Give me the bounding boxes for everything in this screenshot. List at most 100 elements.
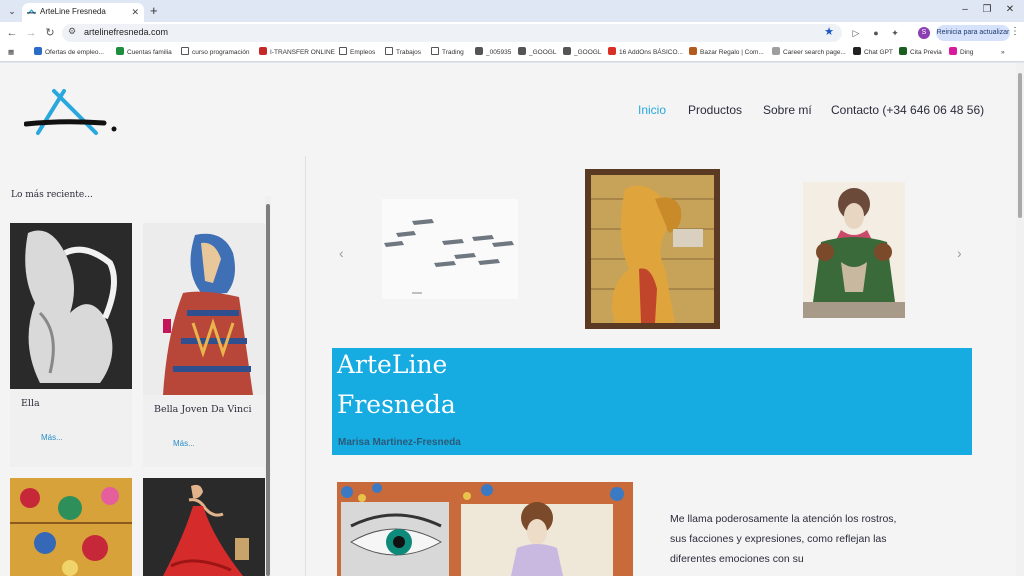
apps-grid-icon[interactable]: ▦: [8, 47, 14, 59]
bookmark-favicon-icon: [689, 47, 697, 55]
artwork-flamenco-image[interactable]: [143, 478, 265, 576]
folder-icon: [385, 47, 393, 55]
column-divider: [305, 156, 306, 576]
artwork-profile-woman-image[interactable]: [585, 169, 720, 329]
bookmark-item[interactable]: Career search page...: [772, 47, 846, 59]
site-favicon-icon: [27, 9, 36, 15]
bookmark-label: Empleos: [350, 49, 376, 56]
bookmark-label: Ofertas de empleo...: [45, 49, 104, 56]
bookmark-favicon-icon: [949, 47, 957, 55]
bookmark-label: _GOOGL: [574, 49, 602, 56]
nav-productos[interactable]: Productos: [688, 103, 742, 117]
artwork-renaissance-lady-image[interactable]: [803, 182, 905, 318]
bookmark-item[interactable]: Chat GPT: [853, 47, 893, 59]
url-text: artelinefresneda.com: [84, 27, 169, 37]
bookmark-label: _GOOGL: [529, 49, 557, 56]
minimize-icon[interactable]: –: [958, 3, 972, 17]
bookmark-item[interactable]: Cita Previa: [899, 47, 942, 59]
bookmark-label: curso programación: [192, 49, 250, 56]
new-tab-button[interactable]: +: [150, 3, 158, 19]
hero-title-line2: Fresneda: [337, 390, 456, 419]
bookmark-favicon-icon: [563, 47, 571, 55]
close-tab-icon[interactable]: ✕: [131, 3, 139, 21]
card-more-ella[interactable]: Más...: [41, 433, 63, 442]
product-card-bella-joven[interactable]: Bella Joven Da Vinci Más...: [143, 223, 265, 467]
extensions-puzzle-icon[interactable]: ✦: [889, 27, 901, 39]
nav-contacto[interactable]: Contacto (+34 646 06 48 56): [831, 103, 984, 117]
bookmark-favicon-icon: [34, 47, 42, 55]
extension-icon[interactable]: ●: [870, 27, 882, 39]
site-logo[interactable]: [24, 87, 120, 137]
artwork-floral-image[interactable]: [10, 478, 132, 576]
bookmark-favicon-icon: [518, 47, 526, 55]
bookmark-label: Trading: [442, 49, 464, 56]
bookmark-item[interactable]: Trabajos: [385, 47, 421, 59]
bookmark-label: Career search page...: [783, 49, 846, 56]
folder-icon: [181, 47, 189, 55]
browser-toolbar: ← → ↻ ⚙ artelinefresneda.com ★ ▷ ● ✦ S R…: [0, 22, 1024, 44]
artwork-planes-image[interactable]: [382, 199, 518, 299]
more-bookmarks-icon[interactable]: »: [1001, 47, 1005, 59]
tab-strip: ⌄ ArteLine Fresneda ✕ + – ❐ ✕: [0, 0, 1024, 22]
bookmark-item[interactable]: I-TRANSFER ONLINE: [259, 47, 335, 59]
nav-inicio[interactable]: Inicio: [638, 103, 666, 117]
nav-sobre-mi[interactable]: Sobre mí: [763, 103, 812, 117]
artwork-collage-image[interactable]: [337, 482, 633, 576]
web-page: Inicio Productos Sobre mí Contacto (+34 …: [0, 63, 1016, 576]
bookmark-item[interactable]: Bazar Regalo | Com...: [689, 47, 764, 59]
menu-kebab-icon[interactable]: ⋮: [1010, 26, 1020, 37]
bookmark-label: 16 AddOns BÁSICO...: [619, 49, 683, 56]
card-title-ella: Ella: [21, 398, 40, 409]
card-more-bella-joven[interactable]: Más...: [173, 439, 195, 448]
reload-icon[interactable]: ↻: [43, 26, 57, 40]
tab-arteline[interactable]: ArteLine Fresneda ✕: [22, 3, 144, 22]
restore-icon[interactable]: ❐: [980, 3, 994, 17]
tab-title: ArteLine Fresneda: [40, 7, 106, 16]
page-scroll-thumb[interactable]: [1018, 73, 1022, 218]
bookmark-item[interactable]: Empleos: [339, 47, 375, 59]
folder-icon: [431, 47, 439, 55]
bookmark-favicon-icon: [608, 47, 616, 55]
bookmark-star-icon[interactable]: ★: [824, 25, 834, 38]
bookmark-item[interactable]: 16 AddOns BÁSICO...: [608, 47, 683, 59]
bookmark-label: Cita Previa: [910, 49, 942, 56]
profile-avatar[interactable]: S: [918, 27, 930, 39]
bookmark-favicon-icon: [853, 47, 861, 55]
bookmark-label: Bazar Regalo | Com...: [700, 49, 764, 56]
page-scrollbar[interactable]: [1016, 63, 1024, 576]
bookmark-item[interactable]: Ding: [949, 47, 973, 59]
bookmark-favicon-icon: [772, 47, 780, 55]
bookmark-favicon-icon: [899, 47, 907, 55]
carousel-prev-icon[interactable]: ‹: [339, 245, 344, 261]
back-icon[interactable]: ←: [5, 26, 19, 40]
carousel-next-icon[interactable]: ›: [957, 245, 962, 261]
sidebar-scrollbar[interactable]: [265, 196, 271, 576]
forward-icon[interactable]: →: [24, 26, 38, 40]
bookmark-favicon-icon: [259, 47, 267, 55]
bookmark-item[interactable]: Trading: [431, 47, 464, 59]
bookmark-label: I-TRANSFER ONLINE: [270, 49, 336, 56]
recent-title: Lo más reciente...: [11, 190, 93, 200]
tab-search-icon[interactable]: ⌄: [4, 3, 20, 19]
bookmark-label: Chat GPT: [864, 49, 893, 56]
update-button[interactable]: Reinicia para actualizar: [936, 25, 1010, 41]
bookmark-item[interactable]: curso programación: [181, 47, 249, 59]
artwork-bella-joven-image[interactable]: [143, 223, 265, 395]
address-bar[interactable]: ⚙ artelinefresneda.com ★: [62, 24, 842, 42]
bookmark-label: Cuentas familia: [127, 49, 172, 56]
folder-icon: [339, 47, 347, 55]
artwork-ella-image[interactable]: [10, 223, 132, 389]
bookmark-item[interactable]: Ofertas de empleo...: [34, 47, 104, 59]
bookmark-item[interactable]: _GOOGL: [563, 47, 601, 59]
bookmark-item[interactable]: _GOOGL: [518, 47, 556, 59]
bookmark-item[interactable]: Cuentas familia: [116, 47, 172, 59]
product-card-ella[interactable]: Ella Más...: [10, 223, 132, 467]
reading-mode-icon[interactable]: ▷: [850, 27, 862, 39]
site-info-icon[interactable]: ⚙: [68, 26, 76, 37]
close-window-icon[interactable]: ✕: [1003, 3, 1017, 17]
hero-banner: ArteLine Fresneda Marisa Martinez-Fresne…: [332, 348, 972, 455]
bookmark-item[interactable]: _005935: [475, 47, 511, 59]
sidebar-scroll-thumb[interactable]: [266, 204, 270, 576]
hero-title-line1: ArteLine: [337, 350, 448, 379]
hero-subtitle: Marisa Martinez-Fresneda: [338, 437, 461, 448]
